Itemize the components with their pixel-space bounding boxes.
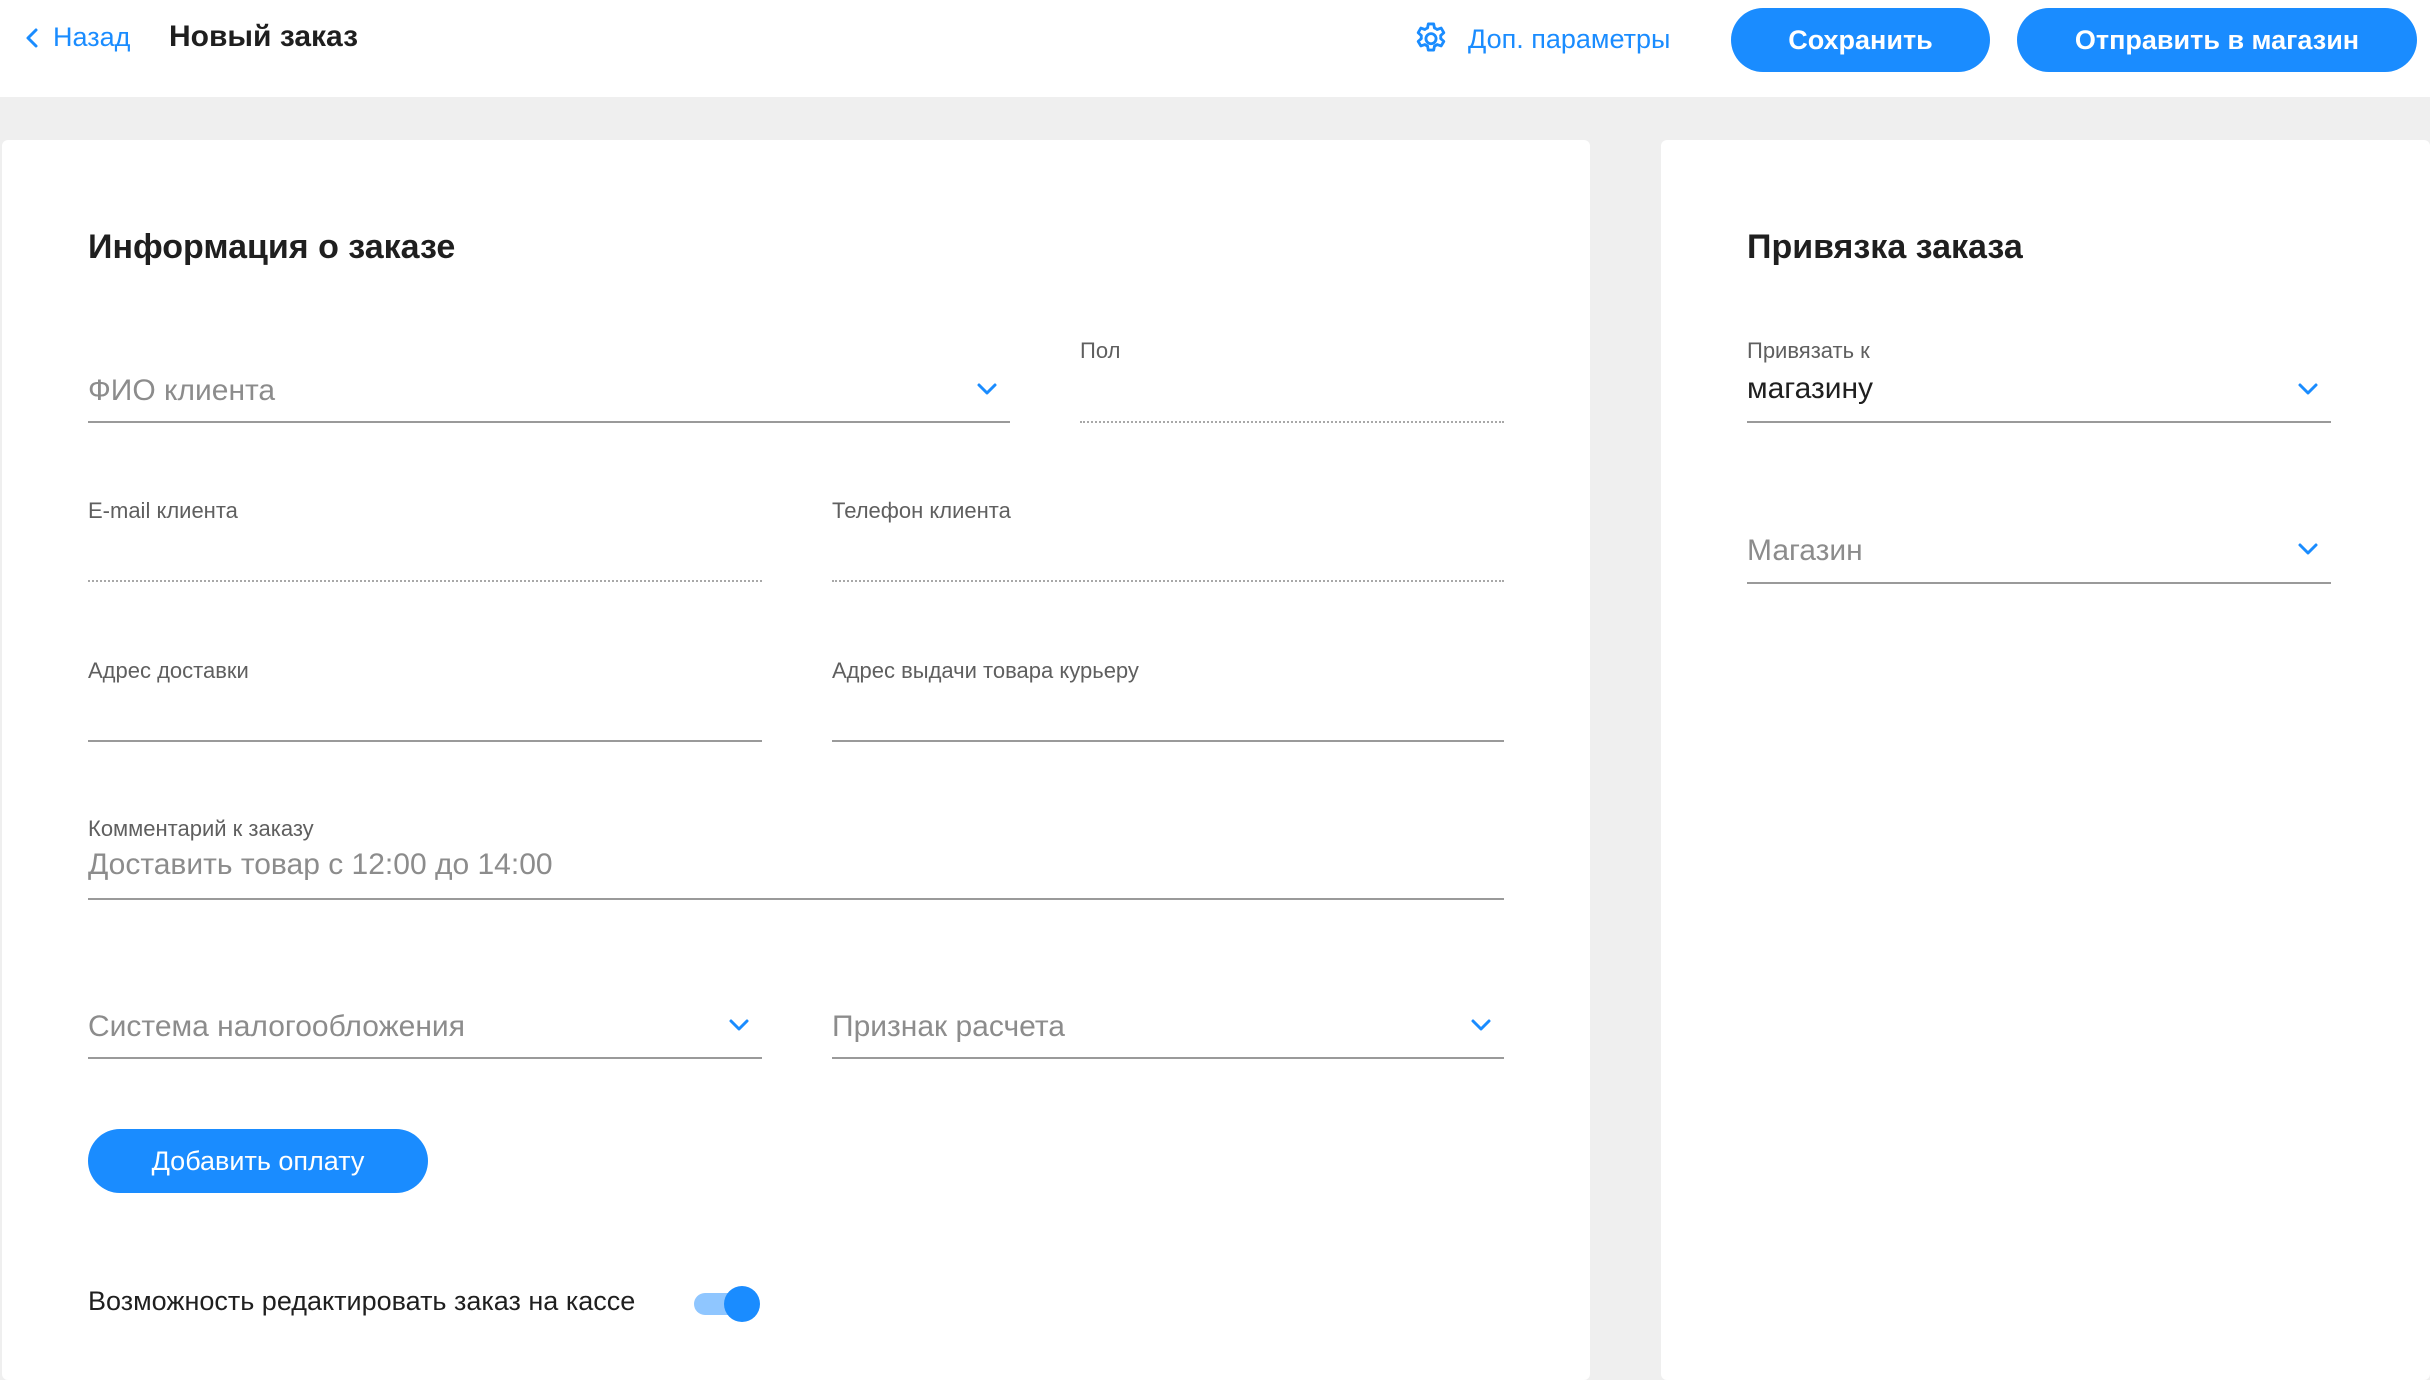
store-underline <box>1747 582 2331 584</box>
client-name-placeholder: ФИО клиента <box>88 374 276 407</box>
add-payment-button[interactable]: Добавить оплату <box>88 1129 428 1193</box>
chevron-down-icon <box>1471 1019 1491 1031</box>
edit-at-register-label: Возможность редактировать заказ на кассе <box>88 1286 636 1316</box>
email-field[interactable]: E-mail клиента <box>88 498 762 584</box>
phone-underline <box>832 580 1504 582</box>
store-select[interactable]: Магазин <box>1747 530 2331 586</box>
comment-label: Комментарий к заказу <box>88 816 314 841</box>
chevron-down-icon <box>2298 543 2318 555</box>
client-name-select[interactable]: ФИО клиента <box>88 370 1010 425</box>
order-info-title: Информация о заказе <box>88 228 456 266</box>
phone-field[interactable]: Телефон клиента <box>832 498 1504 584</box>
gender-underline <box>1080 421 1504 423</box>
extra-params-link[interactable]: Доп. параметры <box>1412 20 1670 58</box>
payment-sign-placeholder: Признак расчета <box>832 1010 1065 1043</box>
tax-system-select[interactable]: Система налогообложения <box>88 1006 762 1061</box>
store-placeholder: Магазин <box>1747 534 1863 567</box>
page-title: Новый заказ <box>169 20 359 53</box>
delivery-address-field[interactable]: Адрес доставки <box>88 658 762 744</box>
save-button[interactable]: Сохранить <box>1731 8 1990 72</box>
bind-to-select[interactable]: Привязать к магазину <box>1747 338 2331 425</box>
chevron-down-icon <box>977 383 997 395</box>
comment-underline <box>88 898 1504 900</box>
courier-address-label: Адрес выдачи товара курьеру <box>832 658 1139 683</box>
comment-field[interactable]: Комментарий к заказу Доставить товар с 1… <box>88 816 1504 902</box>
chevron-left-icon <box>26 28 38 47</box>
bind-to-label: Привязать к <box>1747 338 1870 363</box>
courier-address-field[interactable]: Адрес выдачи товара курьеру <box>832 658 1504 744</box>
payment-sign-select[interactable]: Признак расчета <box>832 1006 1504 1061</box>
gender-field[interactable]: Пол <box>1080 338 1504 425</box>
phone-label: Телефон клиента <box>832 498 1011 523</box>
top-bar: Назад Новый заказ Доп. параметры Сохрани… <box>0 0 2430 97</box>
order-info-card: Информация о заказе ФИО клиента Пол E-ma… <box>2 140 1590 1380</box>
tax-system-placeholder: Система налогообложения <box>88 1010 465 1043</box>
client-name-underline <box>88 421 1010 423</box>
gender-label: Пол <box>1080 338 1121 363</box>
delivery-address-underline <box>88 740 762 742</box>
order-binding-card: Привязка заказа Привязать к магазину Маг… <box>1661 140 2430 1380</box>
comment-placeholder: Доставить товар с 12:00 до 14:00 <box>88 848 553 881</box>
bind-to-underline <box>1747 421 2331 423</box>
send-to-store-button[interactable]: Отправить в магазин <box>2017 8 2417 72</box>
edit-at-register-toggle[interactable] <box>694 1286 760 1322</box>
order-binding-title: Привязка заказа <box>1747 228 2023 266</box>
payment-sign-underline <box>832 1057 1504 1059</box>
tax-system-underline <box>88 1057 762 1059</box>
email-label: E-mail клиента <box>88 498 238 523</box>
email-underline <box>88 580 762 582</box>
chevron-down-icon <box>729 1019 749 1031</box>
back-link[interactable]: Назад <box>25 22 130 53</box>
gear-icon <box>1416 22 1446 52</box>
bind-to-value: магазину <box>1747 372 1874 405</box>
chevron-down-icon <box>2298 383 2318 395</box>
back-label: Назад <box>53 22 131 52</box>
extra-params-label: Доп. параметры <box>1468 23 1671 54</box>
courier-address-underline <box>832 740 1504 742</box>
toggle-knob <box>724 1286 760 1322</box>
delivery-address-label: Адрес доставки <box>88 658 249 683</box>
